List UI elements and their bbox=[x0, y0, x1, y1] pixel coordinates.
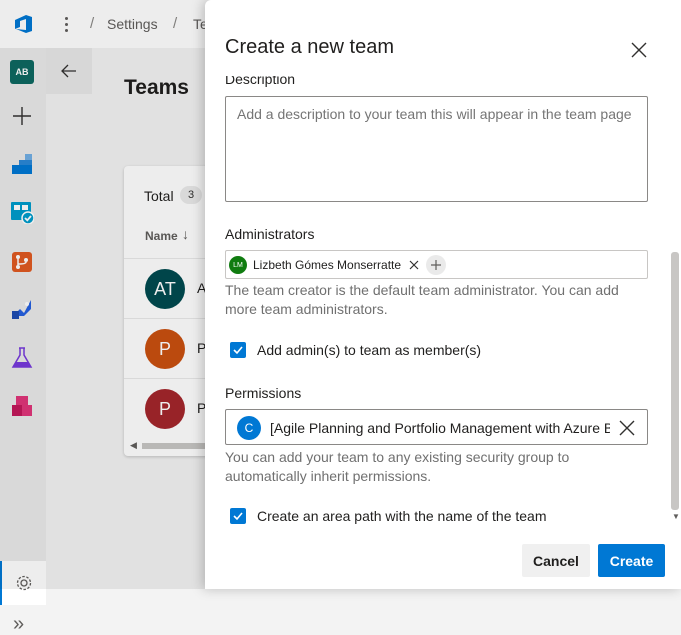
vertical-scrollbar[interactable]: ▼ bbox=[669, 76, 681, 524]
permissions-picker[interactable]: C [Agile Planning and Portfolio Manageme… bbox=[225, 409, 648, 445]
scrollbar-thumb[interactable] bbox=[671, 252, 679, 510]
admin-avatar: LM bbox=[229, 256, 247, 274]
dialog-title: Create a new team bbox=[225, 36, 394, 58]
expand-icon[interactable]: » bbox=[13, 614, 24, 634]
remove-admin-icon[interactable] bbox=[407, 258, 421, 272]
add-admins-as-members-checkbox[interactable]: Add admin(s) to team as member(s) bbox=[230, 342, 481, 358]
cancel-button[interactable]: Cancel bbox=[522, 544, 590, 577]
dialog-body: Description Administrators LM Lizbeth Gó… bbox=[205, 76, 681, 524]
clear-permission-icon[interactable] bbox=[618, 419, 636, 437]
description-label: Description bbox=[225, 76, 296, 87]
description-field[interactable] bbox=[225, 96, 648, 202]
checkbox-checked-icon[interactable] bbox=[230, 342, 246, 358]
security-group-avatar: C bbox=[237, 416, 261, 440]
close-icon[interactable] bbox=[628, 39, 650, 61]
scroll-down-icon[interactable]: ▼ bbox=[672, 512, 680, 521]
permissions-help-text: You can add your team to any existing se… bbox=[225, 449, 570, 484]
admin-name: Lizbeth Gómes Monserratte bbox=[253, 258, 402, 272]
admin-pill: LM Lizbeth Gómes Monserratte bbox=[229, 255, 447, 275]
permissions-label: Permissions bbox=[225, 385, 302, 401]
create-area-path-checkbox[interactable]: Create an area path with the name of the… bbox=[230, 508, 547, 524]
administrators-picker[interactable]: LM Lizbeth Gómes Monserratte bbox=[225, 250, 648, 279]
add-admin-icon[interactable] bbox=[426, 255, 447, 275]
administrators-help-text: The team creator is the default team adm… bbox=[225, 282, 619, 317]
security-group-name: [Agile Planning and Portfolio Management… bbox=[270, 420, 610, 436]
create-button[interactable]: Create bbox=[598, 544, 665, 577]
area-path-label: Create an area path with the name of the… bbox=[257, 508, 547, 524]
add-admins-label: Add admin(s) to team as member(s) bbox=[257, 342, 482, 358]
create-team-dialog: Create a new team Description Administra… bbox=[205, 0, 681, 589]
checkbox-checked-icon[interactable] bbox=[230, 508, 246, 524]
administrators-label: Administrators bbox=[225, 226, 315, 242]
